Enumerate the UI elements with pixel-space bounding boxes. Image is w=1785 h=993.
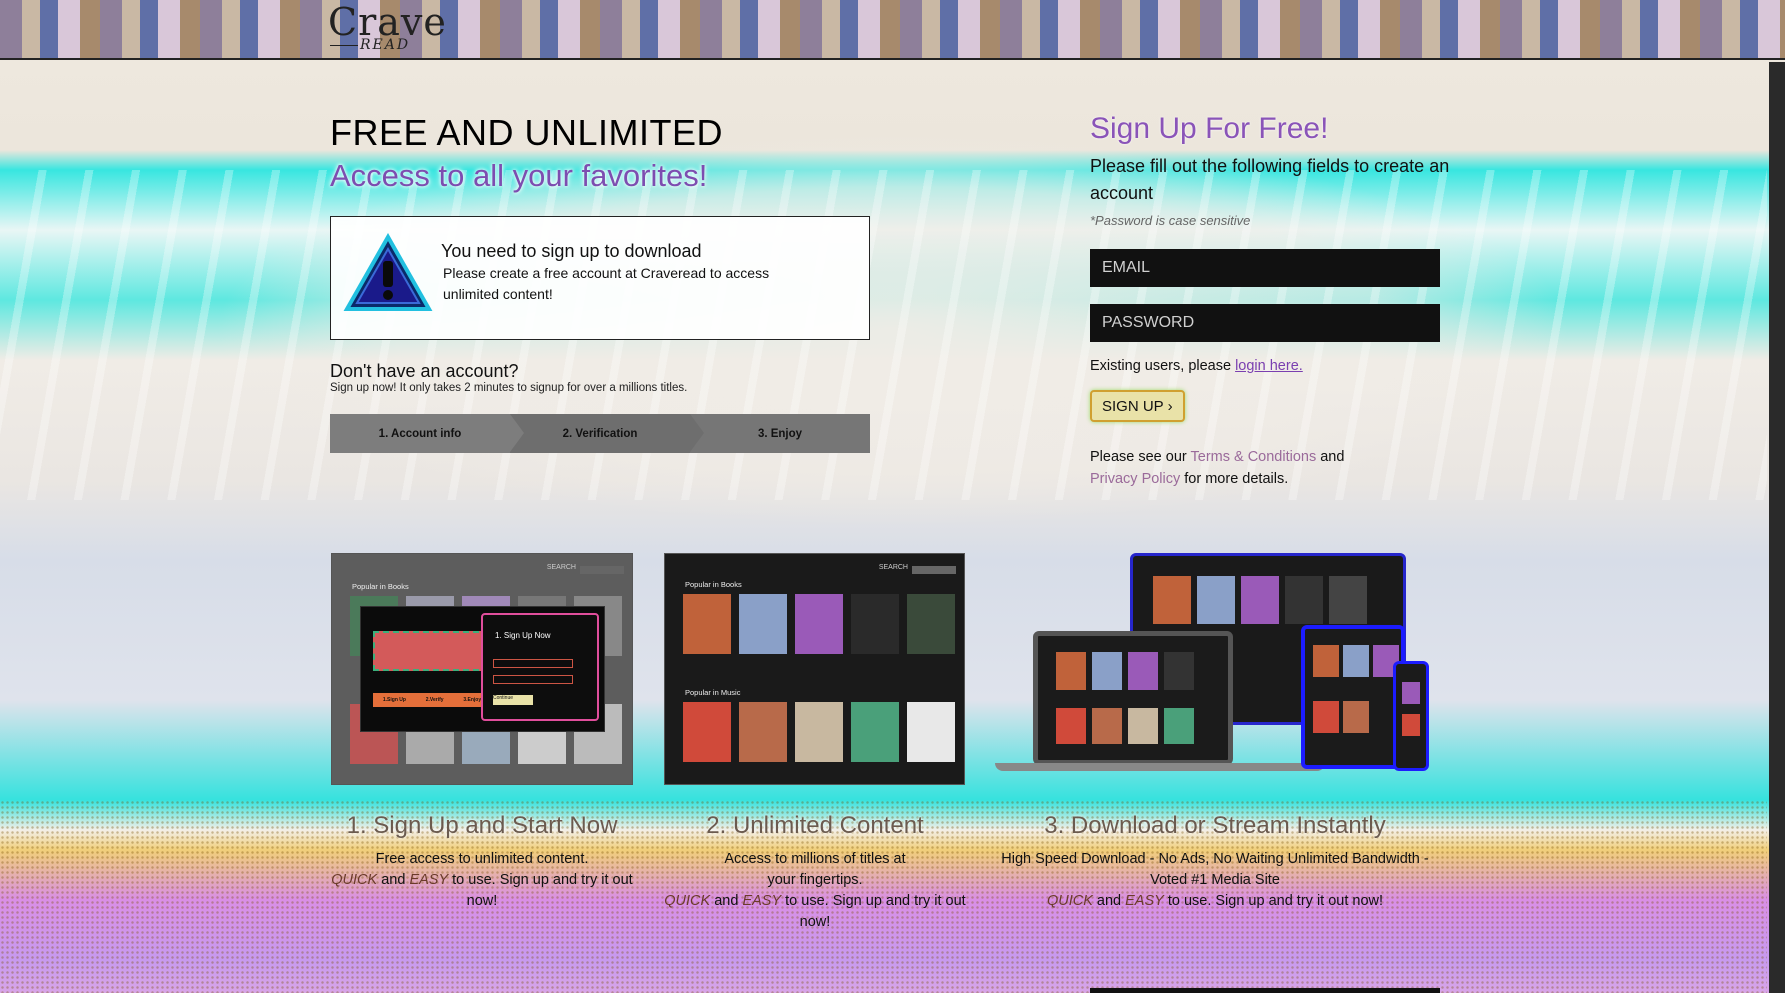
signup-screenshot: SEARCH Popular in Books 1.Sign Up 2.Veri…	[331, 553, 633, 785]
modal-form: 1. Sign Up Now Continue	[481, 613, 599, 721]
and-label: and	[1092, 893, 1126, 909]
bottom-field-edge	[1090, 988, 1440, 993]
modal-banner	[373, 631, 489, 671]
book-cover	[683, 594, 731, 654]
laptop-base	[995, 763, 1325, 771]
feature-line: High Speed Download - No Ads, No Waiting…	[1001, 851, 1429, 888]
header-banner: Crave READ	[0, 0, 1785, 60]
feature-text-download: High Speed Download - No Ads, No Waiting…	[995, 849, 1435, 912]
music-covers-row	[683, 702, 955, 762]
logo-divider	[330, 45, 358, 46]
signup-button[interactable]: SIGN UP ›	[1090, 390, 1185, 422]
signup-form-intro: Please fill out the following fields to …	[1090, 156, 1450, 203]
legal-suffix: for more details.	[1180, 471, 1289, 487]
modal-step: 1.Sign Up	[382, 697, 406, 703]
tablet-portrait-image	[1301, 625, 1405, 769]
music-cover	[795, 702, 843, 762]
popular-books-label: Popular in Books	[685, 580, 742, 589]
notice-text: Please create a free account at Craverea…	[443, 265, 770, 302]
devices-illustration	[995, 553, 1433, 775]
catalog-screenshot: SEARCH Popular in Books Popular in Music	[664, 553, 965, 785]
feature-title-content: 2. Unlimited Content	[706, 812, 924, 839]
legal-prefix: Please see our	[1090, 449, 1191, 465]
feature-text-signup: Free access to unlimited content. QUICK …	[331, 849, 633, 912]
hero-title: FREE AND UNLIMITED	[330, 112, 724, 153]
legal-text: Please see our Terms & Conditions and Pri…	[1090, 446, 1390, 490]
search-label: SEARCH	[878, 564, 908, 571]
feature-text-content: Access to millions of titles at your fin…	[664, 849, 966, 933]
music-cover	[907, 702, 955, 762]
music-cover	[683, 702, 731, 762]
quick-label: QUICK	[664, 893, 711, 909]
existing-users-text: Existing users, please login here.	[1090, 358, 1303, 374]
stadium-background	[0, 170, 1767, 500]
easy-label: EASY	[1125, 893, 1164, 909]
and-label: and	[710, 893, 743, 909]
step-account-info: 1. Account info	[330, 414, 524, 453]
feature-title-signup: 1. Sign Up and Start Now	[346, 812, 618, 839]
existing-users-label: Existing users, please	[1090, 358, 1236, 374]
screenshot-topbar: SEARCH	[332, 564, 632, 578]
book-cover	[851, 594, 899, 654]
quick-label: QUICK	[1046, 893, 1093, 909]
privacy-link[interactable]: Privacy Policy	[1090, 471, 1180, 487]
signup-form-title: Sign Up For Free!	[1090, 112, 1329, 145]
book-cover	[907, 594, 955, 654]
site-logo[interactable]: Crave	[328, 2, 447, 42]
download-notice-box: You need to sign up to download Please c…	[330, 216, 870, 340]
book-covers-row	[683, 594, 955, 654]
feature-line: Free access to unlimited content.	[375, 851, 589, 867]
and-label: and	[377, 872, 410, 888]
feature-rest: to use. Sign up and try it out now!	[448, 872, 633, 909]
screenshot-topbar: SEARCH	[665, 564, 964, 578]
no-account-text: Sign up now! It only takes 2 minutes to …	[330, 382, 688, 394]
modal-step: 3.Enjoy	[463, 697, 482, 703]
warning-icon	[343, 233, 433, 311]
popular-music-label: Popular in Music	[685, 688, 741, 697]
music-cover	[851, 702, 899, 762]
modal-step: 2.Verify	[425, 697, 444, 703]
notice-title: You need to sign up to download	[441, 241, 702, 261]
signup-modal: 1.Sign Up 2.Verify 3.Enjoy 1. Sign Up No…	[360, 606, 605, 732]
book-cover	[795, 594, 843, 654]
popular-books-label: Popular in Books	[352, 582, 409, 591]
login-link[interactable]: login here.	[1235, 358, 1303, 374]
email-field[interactable]	[1090, 249, 1440, 287]
book-cover	[739, 594, 787, 654]
easy-label: EASY	[409, 872, 449, 888]
search-label: SEARCH	[546, 564, 576, 571]
music-cover	[739, 702, 787, 762]
password-field[interactable]	[1090, 304, 1440, 342]
terms-link[interactable]: Terms & Conditions	[1191, 449, 1317, 465]
feature-title-download: 3. Download or Stream Instantly	[1044, 812, 1386, 839]
feature-line: Access to millions of titles at your fin…	[724, 851, 906, 888]
step-verification: 2. Verification	[510, 414, 704, 453]
site-logo-sub: READ	[360, 37, 411, 53]
modal-input	[493, 659, 573, 668]
no-account-title: Don't have an account?	[330, 361, 519, 381]
phone-image	[1393, 661, 1429, 771]
tablet-image	[1033, 631, 1233, 765]
search-box	[580, 566, 624, 574]
step-enjoy: 3. Enjoy	[690, 414, 870, 453]
password-note: *Password is case sensitive	[1090, 213, 1251, 228]
feature-rest: to use. Sign up and try it out now!	[781, 893, 966, 930]
signup-steps-bar: 1. Account info 2. Verification 3. Enjoy	[330, 414, 870, 453]
feature-rest: to use. Sign up and try it out now!	[1163, 893, 1384, 909]
scrollbar[interactable]	[1769, 62, 1785, 993]
search-box	[912, 566, 956, 574]
modal-title: 1. Sign Up Now	[495, 631, 551, 640]
hero-subtitle: Access to all your favorites!	[330, 158, 708, 193]
modal-steps: 1.Sign Up 2.Verify 3.Enjoy	[373, 693, 491, 707]
modal-input	[493, 675, 573, 684]
quick-label: QUICK	[331, 872, 378, 888]
easy-label: EASY	[742, 893, 782, 909]
modal-continue: Continue	[493, 695, 533, 705]
legal-and: and	[1316, 449, 1345, 465]
